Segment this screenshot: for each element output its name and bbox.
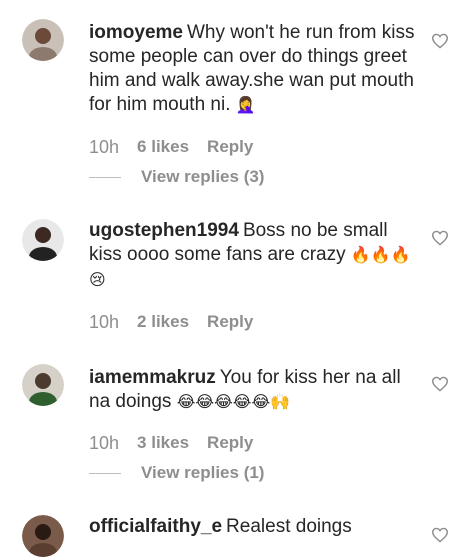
comment-username[interactable]: iamemmakruz <box>89 367 216 388</box>
avatar[interactable] <box>22 515 64 557</box>
comment-time: 10h <box>89 432 120 453</box>
avatar[interactable] <box>22 19 64 61</box>
comment-body: Realest doings <box>226 516 352 537</box>
heart-outline-icon[interactable] <box>431 376 449 392</box>
comment-time: 10h <box>89 136 120 157</box>
comment-meta: 10h 3 likes Reply <box>89 432 253 454</box>
comment-username[interactable]: iomoyeme <box>89 22 183 43</box>
emoji-text: 😂😂😂😂😂🙌 <box>176 394 291 411</box>
view-replies-label[interactable]: View replies (3) <box>141 167 264 187</box>
comment-text: ugostephen1994 Boss no be small kiss oooo… <box>89 219 419 293</box>
reply-button[interactable]: Reply <box>207 312 253 332</box>
comment-username[interactable]: ugostephen1994 <box>89 220 239 241</box>
divider-line <box>89 176 121 178</box>
comment-text: officialfaithy_e Realest doings <box>89 515 419 539</box>
view-replies[interactable]: View replies (1) <box>89 462 264 484</box>
emoji-text: 🤦‍♀️ <box>235 97 256 114</box>
view-replies-label[interactable]: View replies (1) <box>141 463 264 483</box>
comment-username[interactable]: officialfaithy_e <box>89 516 222 537</box>
heart-outline-icon[interactable] <box>431 230 449 246</box>
comment-meta: 10h 6 likes Reply <box>89 136 253 158</box>
like-count[interactable]: 3 likes <box>137 433 189 453</box>
comment-meta: 10h 2 likes Reply <box>89 311 253 333</box>
like-count[interactable]: 6 likes <box>137 137 189 157</box>
like-count[interactable]: 2 likes <box>137 312 189 332</box>
comment-text: iamemmakruz You for kiss her na all na do… <box>89 366 419 415</box>
comment-text: iomoyeme Why won't he run from kiss some … <box>89 21 419 118</box>
heart-outline-icon[interactable] <box>431 33 449 49</box>
heart-outline-icon[interactable] <box>431 527 449 543</box>
avatar[interactable] <box>22 219 64 261</box>
avatar[interactable] <box>22 364 64 406</box>
comment-time: 10h <box>89 311 120 332</box>
reply-button[interactable]: Reply <box>207 433 253 453</box>
divider-line <box>89 472 121 474</box>
view-replies[interactable]: View replies (3) <box>89 166 264 188</box>
reply-button[interactable]: Reply <box>207 137 253 157</box>
